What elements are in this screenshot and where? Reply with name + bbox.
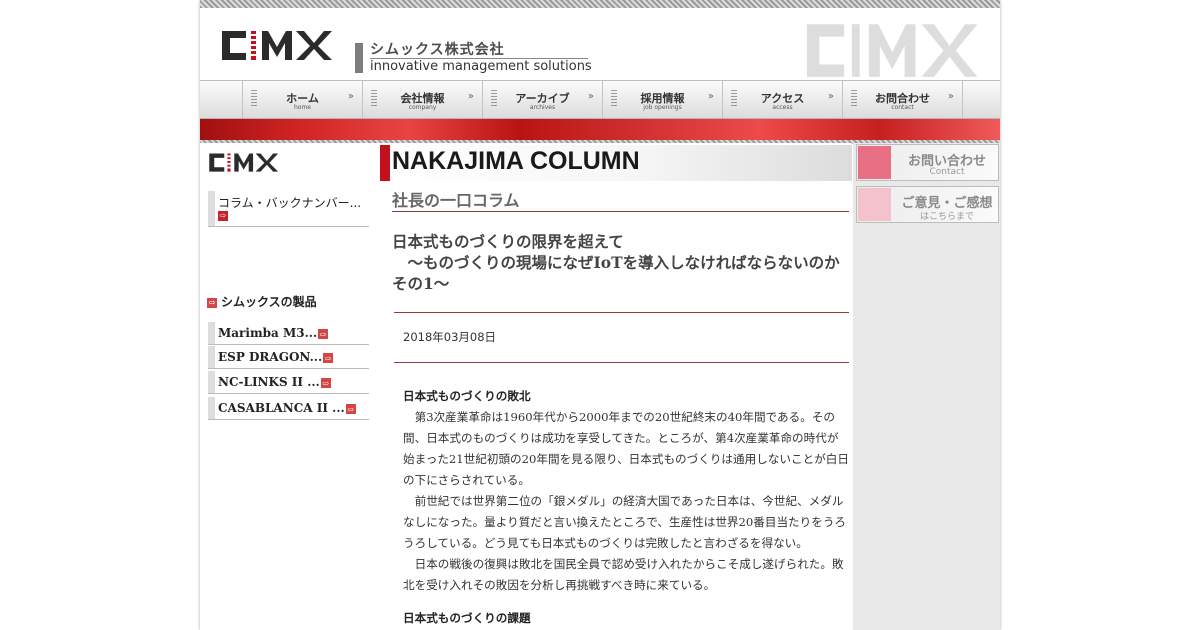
nav-item-home[interactable]: ホーム home » [243, 81, 363, 118]
column-content: NAKAJIMA COLUMN 社長の一口コラム 日本式ものづくりの限界を超えて… [380, 143, 856, 630]
nav-item-archives[interactable]: アーカイブ archives » [483, 81, 603, 118]
nav-sublabel: access [772, 104, 793, 111]
column-title-accent [380, 145, 390, 181]
section-heading: 日本式ものづくりの課題 [403, 611, 531, 625]
paragraph: 日本の戦後の復興は敗北を国民全員で認め受け入れたからこそ成し遂げられた。敗北を受… [403, 557, 844, 592]
opinion-button[interactable]: ご意見・ご感想 はこちらまで [856, 186, 999, 223]
arrow-right-icon: ⇨ [218, 211, 228, 221]
double-chevron-icon: » [467, 91, 474, 102]
double-chevron-icon: » [827, 91, 834, 102]
divider [392, 211, 849, 212]
article-title: 日本式ものづくりの限界を超えて ～ものづくりの現場になぜIoTを導入しなければな… [392, 231, 856, 294]
page-container: シムックス株式会社 innovative management solution… [200, 0, 1000, 630]
paragraph: 前世紀では世界第二位の「銀メダル」の経済大国であった日本は、今世紀、メダルなしに… [403, 494, 847, 550]
products-heading-label: シムックスの製品 [221, 295, 317, 309]
section-heading: 日本式ものづくりの敗北 [403, 389, 531, 403]
arrow-right-icon: ⇨ [345, 403, 356, 414]
link-bar [208, 397, 215, 419]
divider [394, 362, 849, 363]
arrow-right-icon: ⇨ [323, 352, 334, 363]
backnumber-label: コラム・バックナンバー... [218, 196, 362, 210]
nav-item-job-openings[interactable]: 採用情報 job openings » [603, 81, 723, 118]
nav-sublabel: company [408, 104, 437, 111]
sidebar-product-nc-links[interactable]: NC-LINKS II ... ⇨ [208, 371, 369, 394]
arrow-right-icon: ⇨ [320, 377, 331, 388]
contact-button-sublabel: Contact [929, 167, 965, 177]
nav-sublabel: contact [891, 104, 914, 111]
product-label: CASABLANCA II ... [218, 401, 345, 415]
company-name: シムックス株式会社 [370, 42, 505, 58]
nav-item-access[interactable]: アクセス access » [723, 81, 843, 118]
company-tagline: innovative management solutions [370, 59, 592, 74]
paragraph: 第3次産業革命は1960年代から2000年までの20世紀終末の40年間である。そ… [403, 410, 849, 487]
top-hatch-border [200, 0, 1000, 8]
sidebar-product-casablanca[interactable]: CASABLANCA II ... ⇨ [208, 397, 369, 420]
divider [394, 312, 849, 313]
company-name-bar [355, 43, 363, 73]
arrow-right-icon: ⇨ [207, 297, 217, 308]
site-header: シムックス株式会社 innovative management solution… [200, 8, 1000, 80]
article-title-line2: ～ものづくりの現場になぜIoTを導入しなければならないのか その1～ [392, 253, 856, 293]
article-title-line1: 日本式ものづくりの限界を超えて [392, 232, 624, 251]
column-title: NAKAJIMA COLUMN [392, 147, 640, 175]
opinion-button-sublabel: はこちらまで [919, 212, 974, 222]
red-banner [200, 119, 1000, 140]
product-label: Marimba M3... [218, 326, 318, 340]
sidebar-product-esp-dragon[interactable]: ESP DRAGON... ⇨ [208, 346, 369, 369]
nav-right-cap [963, 81, 1000, 118]
double-chevron-icon: » [947, 91, 954, 102]
nav-item-contact[interactable]: お問合わせ contact » [843, 81, 963, 118]
products-heading: ⇨ シムックスの製品 [207, 293, 317, 310]
nav-left-cap [200, 81, 243, 118]
link-bar [208, 346, 215, 368]
main-navigation: ホーム home » 会社情報 company » アーカイブ archives… [200, 80, 1000, 119]
nav-sublabel: job openings [643, 104, 682, 111]
cimx-small-logo-icon[interactable] [208, 147, 280, 175]
opinion-swatch-icon [858, 188, 891, 221]
cimx-watermark-icon [806, 24, 978, 77]
contact-button[interactable]: お問い合わせ Contact [856, 144, 999, 181]
link-bar [208, 191, 215, 226]
column-subtitle: 社長の一口コラム [392, 191, 520, 210]
nav-sublabel: home [293, 104, 311, 111]
product-label: NC-LINKS II ... [218, 375, 320, 389]
double-chevron-icon: » [347, 91, 354, 102]
sidebar-link-backnumber[interactable]: コラム・バックナンバー... ⇨ [208, 191, 369, 227]
sidebar-product-marimba[interactable]: Marimba M3... ⇨ [208, 322, 369, 345]
nav-sublabel: archives [529, 104, 556, 111]
link-bar [208, 371, 215, 393]
link-bar [208, 322, 215, 344]
article-date: 2018年03月08日 [403, 330, 497, 344]
contact-swatch-icon [858, 146, 891, 179]
nav-item-company[interactable]: 会社情報 company » [363, 81, 483, 118]
cimx-logo-icon[interactable] [220, 23, 335, 63]
double-chevron-icon: » [587, 91, 594, 102]
left-sidebar: コラム・バックナンバー... ⇨ ⇨ シムックスの製品 Marimba M3...… [200, 143, 380, 630]
double-chevron-icon: » [707, 91, 714, 102]
product-label: ESP DRAGON... [218, 350, 323, 364]
article-body: 日本式ものづくりの敗北 第3次産業革命は1960年代から2000年までの20世紀… [403, 386, 849, 629]
arrow-right-icon: ⇨ [318, 328, 329, 339]
